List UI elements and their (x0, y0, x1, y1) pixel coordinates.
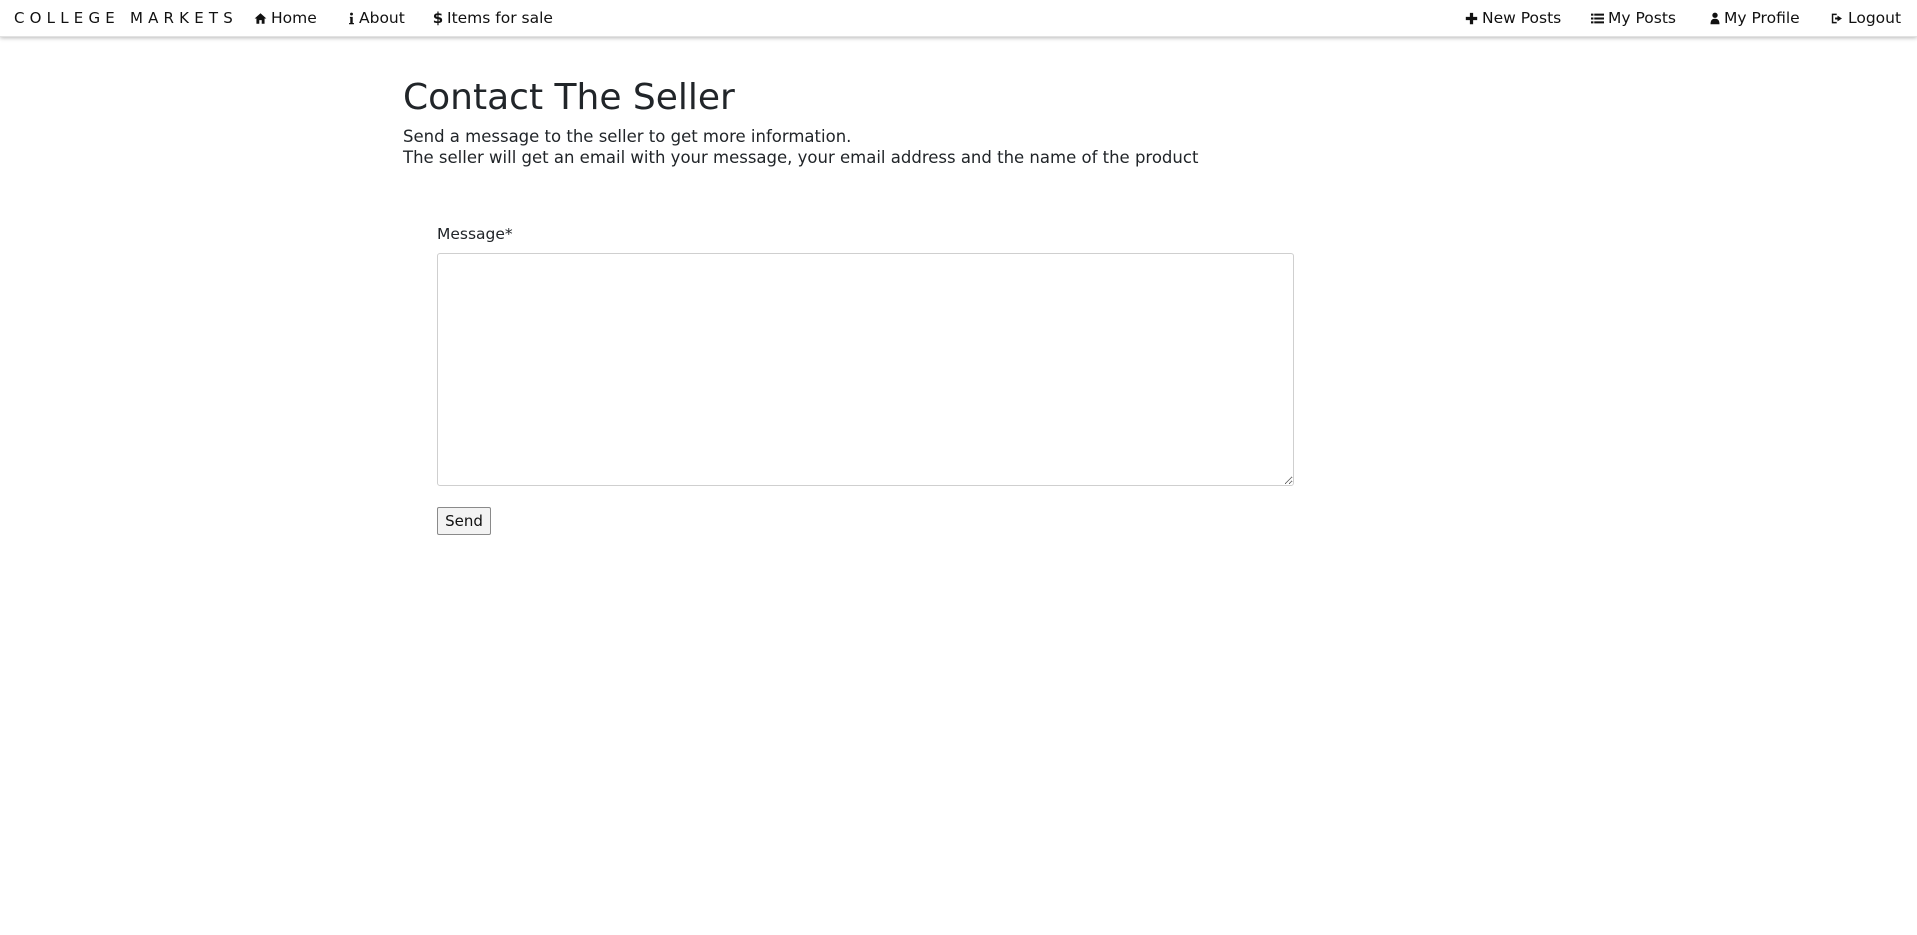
nav-home[interactable]: Home (253, 9, 317, 27)
user-icon (1709, 11, 1720, 25)
page-subtitle: Send a message to the seller to get more… (403, 126, 1303, 168)
info-icon (347, 11, 355, 25)
nav-home-label: Home (271, 9, 317, 27)
nav-new-posts[interactable]: New Posts (1464, 9, 1561, 27)
nav-my-profile-label: My Profile (1724, 9, 1800, 27)
brand-logo-text[interactable]: COLLEGE MARKETS (14, 9, 238, 27)
nav-my-profile[interactable]: My Profile (1709, 9, 1800, 27)
subtitle-line-1: Send a message to the seller to get more… (403, 127, 852, 146)
send-button[interactable]: Send (437, 507, 491, 535)
list-icon (1590, 11, 1604, 25)
main-content: Contact The Seller Send a message to the… (403, 74, 1303, 168)
nav-logout-label: Logout (1848, 9, 1902, 27)
logout-icon (1830, 11, 1844, 25)
nav-about-label: About (359, 9, 405, 27)
nav-my-posts[interactable]: My Posts (1590, 9, 1676, 27)
message-textarea[interactable] (437, 253, 1294, 486)
nav-logout[interactable]: Logout (1830, 9, 1901, 27)
subtitle-line-2: The seller will get an email with your m… (403, 148, 1199, 167)
nav-my-posts-label: My Posts (1608, 9, 1676, 27)
page-title: Contact The Seller (403, 77, 735, 118)
dollar-icon: $ (432, 9, 444, 27)
contact-form: Message* Send (437, 224, 1294, 535)
nav-about[interactable]: About (347, 9, 405, 27)
nav-items-for-sale-label: Items for sale (447, 9, 553, 27)
nav-items-for-sale[interactable]: $ Items for sale (433, 9, 553, 27)
plus-icon (1464, 11, 1478, 25)
home-icon (253, 11, 267, 25)
top-navbar: COLLEGE MARKETS Home About $ Items for s… (0, 0, 1917, 37)
message-label: Message* (437, 225, 513, 243)
nav-new-posts-label: New Posts (1482, 9, 1562, 27)
